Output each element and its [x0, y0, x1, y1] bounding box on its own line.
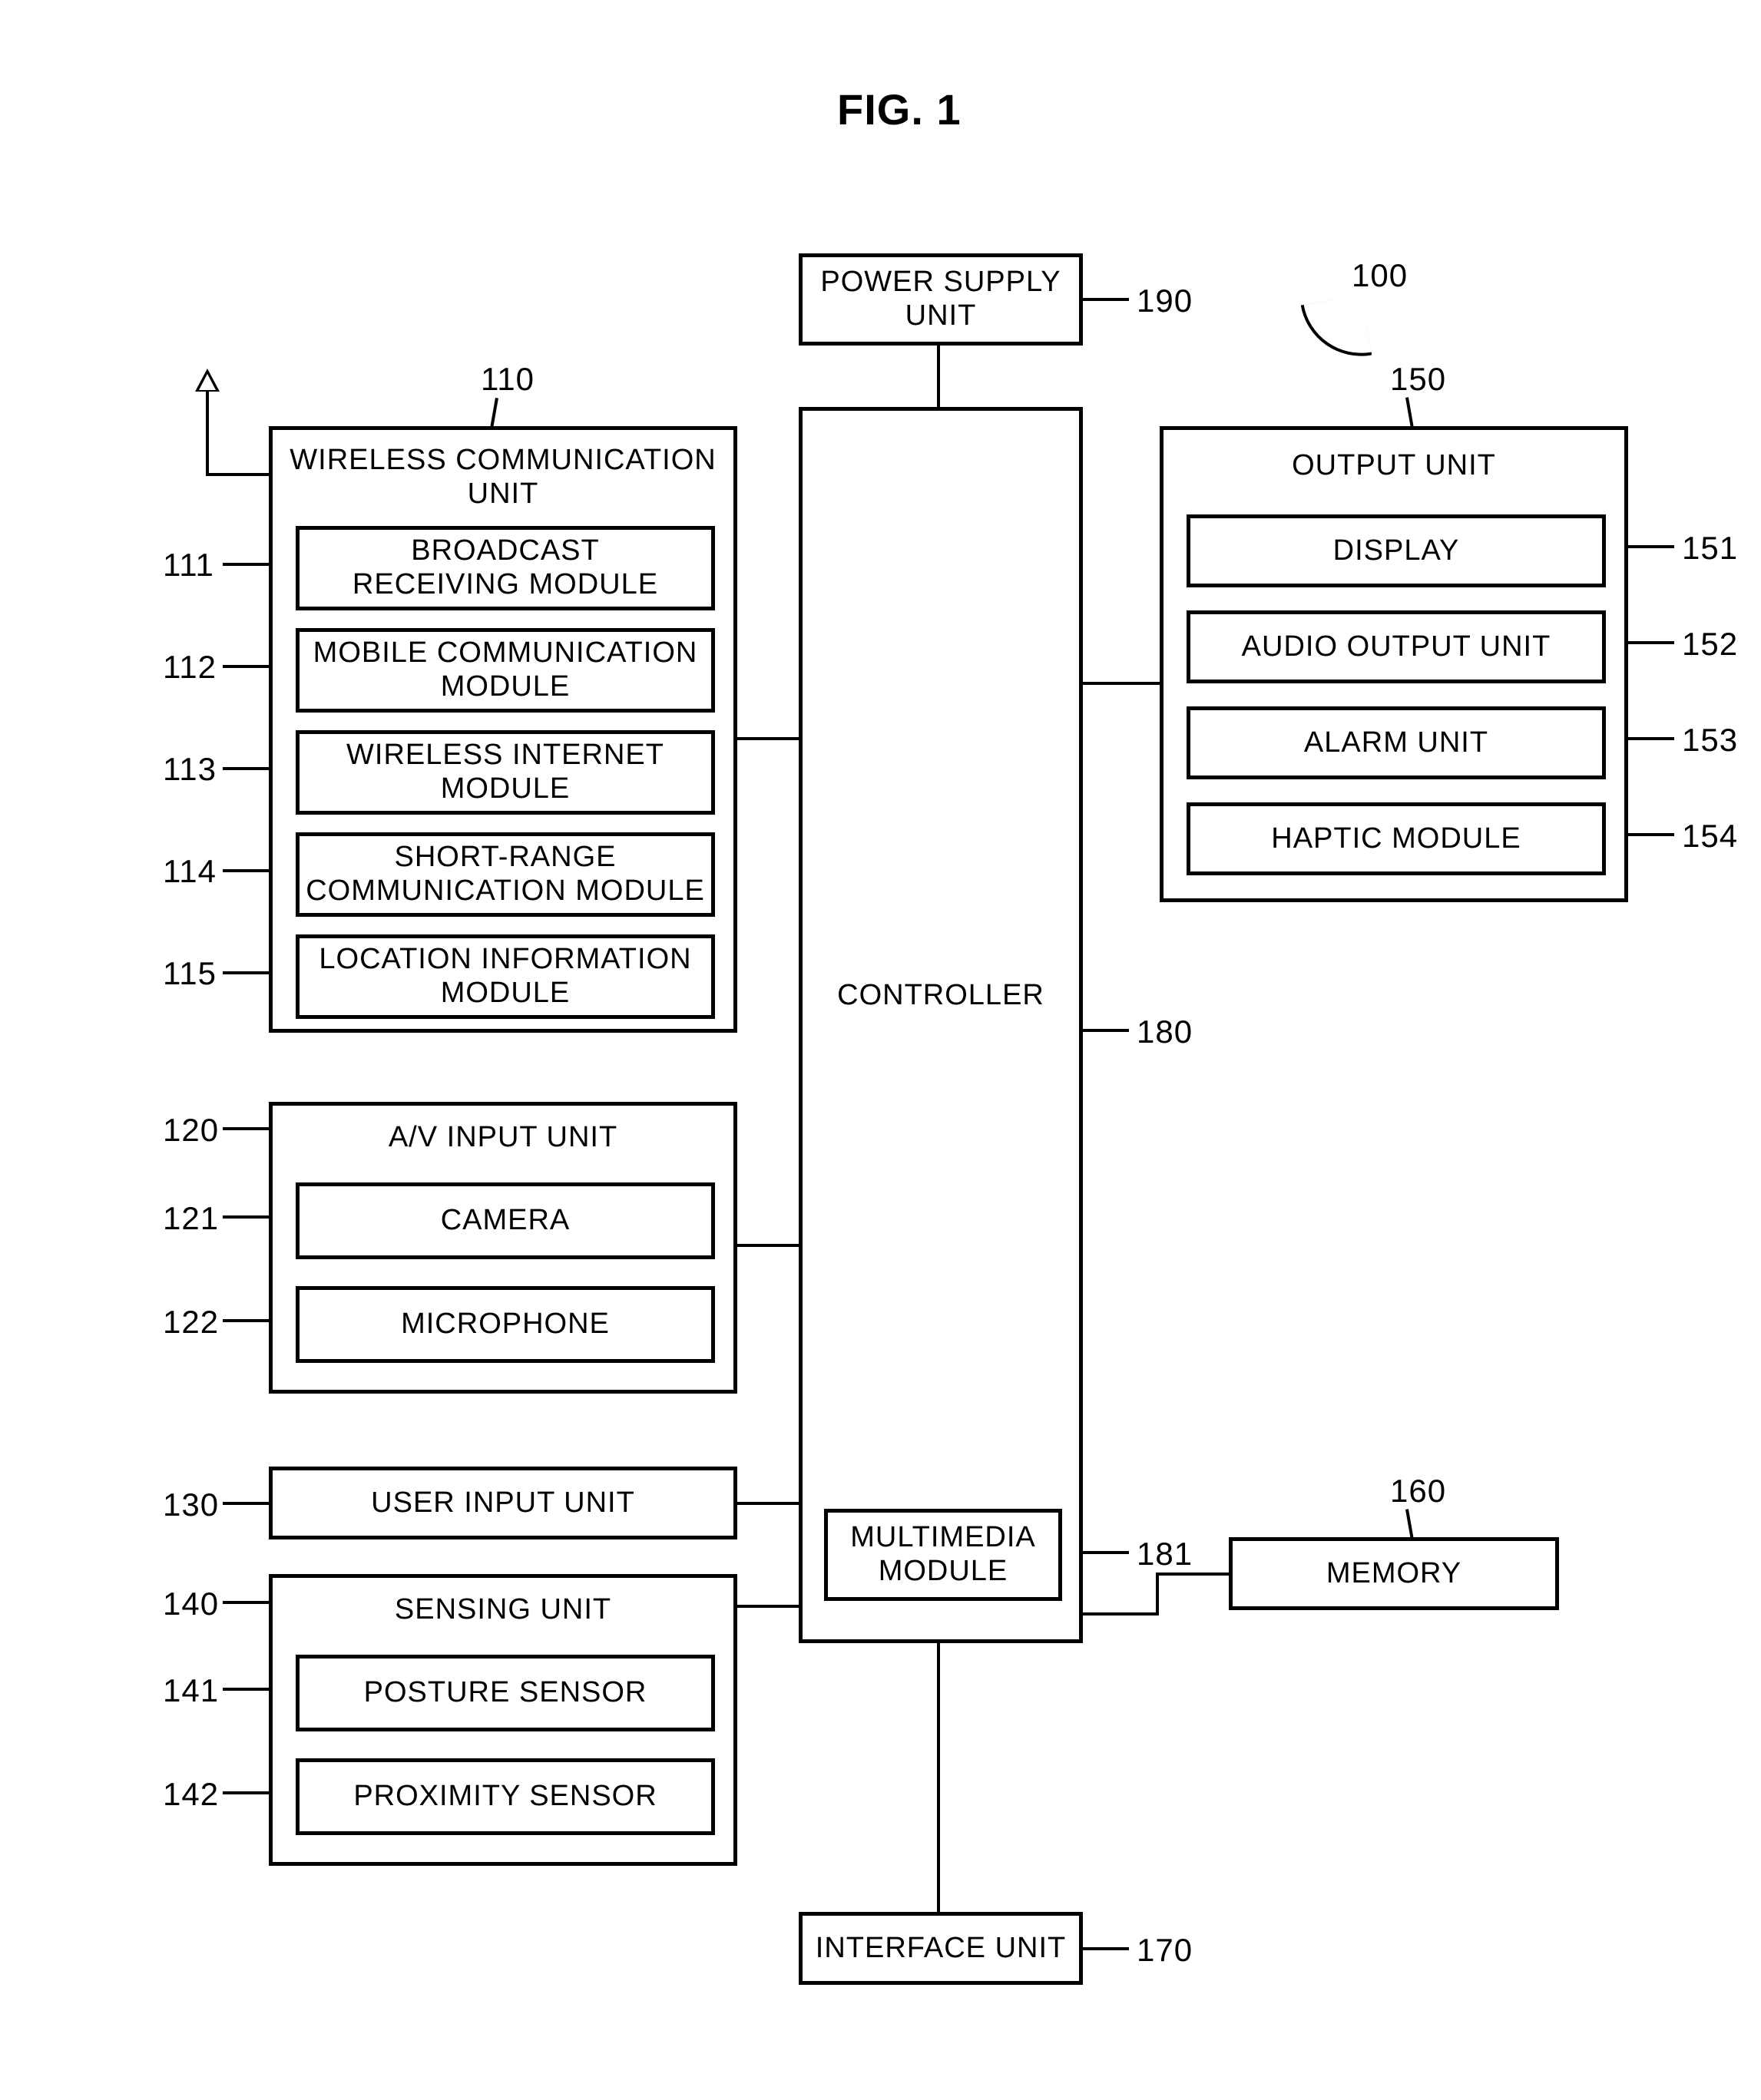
wire-sensing-controller [737, 1605, 799, 1608]
wireless-item-3: SHORT-RANGE COMMUNICATION MODULE [296, 832, 715, 917]
ref-141: 141 [163, 1672, 219, 1709]
ref-181: 181 [1137, 1536, 1193, 1573]
leader-110 [490, 398, 498, 427]
leader-190 [1083, 298, 1129, 301]
memory-box: MEMORY [1229, 1537, 1559, 1610]
antenna-lead [206, 473, 269, 476]
leader-151 [1628, 545, 1674, 548]
ref-112: 112 [163, 649, 217, 686]
antenna-mast [206, 390, 209, 475]
leader-130 [223, 1502, 269, 1505]
wire-controller-memory-h [1083, 1612, 1156, 1616]
ref-113: 113 [163, 751, 217, 788]
ref-130: 130 [163, 1487, 219, 1523]
ref-154: 154 [1682, 818, 1738, 855]
leader-114 [223, 869, 269, 872]
leader-112 [223, 665, 269, 668]
av-input-group: A/V INPUT UNIT CAMERA MICROPHONE [269, 1102, 737, 1394]
ref-115: 115 [163, 955, 217, 992]
output-title: OUTPUT UNIT [1164, 449, 1624, 483]
leader-115 [223, 971, 269, 974]
wireless-item-0: BROADCAST RECEIVING MODULE [296, 526, 715, 610]
av-item-1: MICROPHONE [296, 1286, 715, 1363]
wire-controller-memory-v [1156, 1573, 1159, 1616]
sensing-title: SENSING UNIT [273, 1593, 733, 1627]
ref-110: 110 [481, 361, 535, 398]
power-supply-box: POWER SUPPLY UNIT [799, 253, 1083, 346]
wire-psu-controller [937, 346, 940, 407]
leader-111 [223, 563, 269, 566]
wire-controller-output [1083, 682, 1160, 685]
output-item-2: ALARM UNIT [1187, 706, 1606, 779]
ref-170: 170 [1137, 1932, 1193, 1969]
wire-userinput-controller [737, 1502, 799, 1505]
ref-111: 111 [163, 547, 214, 584]
wireless-item-2: WIRELESS INTERNET MODULE [296, 730, 715, 815]
sensing-item-1: PROXIMITY SENSOR [296, 1758, 715, 1835]
wire-controller-memory-h2 [1156, 1573, 1229, 1576]
leader-141 [223, 1688, 269, 1691]
leader-140 [223, 1601, 269, 1604]
multimedia-module-box: MULTIMEDIA MODULE [824, 1509, 1062, 1601]
wireless-title: WIRELESS COMMUNICATION UNIT [273, 444, 733, 511]
leader-160 [1405, 1509, 1414, 1538]
wire-av-controller [737, 1244, 799, 1247]
wireless-item-1: MOBILE COMMUNICATION MODULE [296, 628, 715, 713]
leader-152 [1628, 641, 1674, 644]
leader-170 [1083, 1947, 1129, 1950]
ref-114: 114 [163, 853, 217, 890]
sensing-item-0: POSTURE SENSOR [296, 1655, 715, 1731]
output-group: OUTPUT UNIT DISPLAY AUDIO OUTPUT UNIT AL… [1160, 426, 1628, 902]
wireless-group: WIRELESS COMMUNICATION UNIT BROADCAST RE… [269, 426, 737, 1033]
ref-152: 152 [1682, 626, 1738, 663]
leader-arc-100 [1301, 295, 1372, 366]
output-item-3: HAPTIC MODULE [1187, 802, 1606, 875]
ref-121: 121 [163, 1200, 219, 1237]
leader-181 [1083, 1551, 1129, 1554]
av-input-title: A/V INPUT UNIT [273, 1121, 733, 1155]
leader-122 [223, 1319, 269, 1322]
leader-154 [1628, 833, 1674, 836]
output-item-0: DISPLAY [1187, 514, 1606, 587]
controller-box: CONTROLLER MULTIMEDIA MODULE [799, 407, 1083, 1643]
leader-142 [223, 1791, 269, 1794]
controller-label: CONTROLLER [803, 979, 1079, 1013]
diagram-canvas: FIG. 1 100 POWER SUPPLY UNIT 190 CONTROL… [31, 31, 1761, 2069]
ref-153: 153 [1682, 722, 1738, 759]
ref-120: 120 [163, 1112, 219, 1149]
ref-160: 160 [1390, 1473, 1446, 1510]
ref-140: 140 [163, 1586, 219, 1622]
leader-180 [1083, 1029, 1129, 1032]
leader-120 [223, 1127, 269, 1130]
leader-153 [1628, 737, 1674, 740]
sensing-group: SENSING UNIT POSTURE SENSOR PROXIMITY SE… [269, 1574, 737, 1866]
ref-190: 190 [1137, 283, 1193, 319]
interface-box: INTERFACE UNIT [799, 1912, 1083, 1985]
ref-150: 150 [1390, 361, 1446, 398]
leader-113 [223, 767, 269, 770]
leader-150 [1405, 397, 1414, 426]
wire-controller-interface [937, 1643, 940, 1912]
ref-system: 100 [1352, 257, 1408, 294]
antenna-icon-inner [199, 374, 216, 390]
leader-121 [223, 1215, 269, 1219]
ref-142: 142 [163, 1776, 219, 1813]
figure-title: FIG. 1 [837, 84, 962, 134]
ref-122: 122 [163, 1304, 219, 1341]
wire-wireless-controller [737, 737, 799, 740]
output-item-1: AUDIO OUTPUT UNIT [1187, 610, 1606, 683]
ref-180: 180 [1137, 1014, 1193, 1050]
ref-151: 151 [1682, 530, 1738, 567]
wireless-item-4: LOCATION INFORMATION MODULE [296, 934, 715, 1019]
user-input-box: USER INPUT UNIT [269, 1467, 737, 1539]
av-item-0: CAMERA [296, 1182, 715, 1259]
